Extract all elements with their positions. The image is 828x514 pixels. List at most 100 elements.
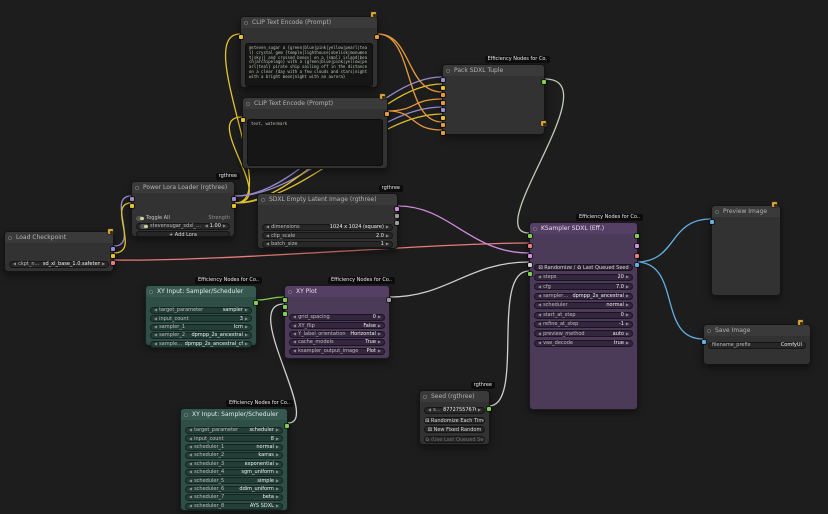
widget-ckpt_name[interactable]: ◀ckpt_namesd_xl_base_1.0.safetensors▶ [9,261,109,268]
toggle-all-switch[interactable] [136,216,144,221]
collapse-icon[interactable] [8,236,12,240]
widget-clip_scale[interactable]: ◀clip_scale2.0▶ [262,232,393,239]
increment-arrow-icon[interactable]: ▶ [378,339,381,346]
widget-sampler_2[interactable]: ◀sampler_2dpmpp_2s_ancestral▶ [150,332,252,339]
decrement-arrow-icon[interactable]: ◀ [154,324,157,331]
widget-value[interactable]: 8 [271,436,274,443]
widget-button[interactable]: ♻ (Use Last Queued Seed) [424,436,485,443]
widget-value[interactable]: Plot [366,348,375,355]
decrement-arrow-icon[interactable]: ◀ [154,307,157,314]
widget-value[interactable]: 0 [621,312,624,319]
widget-value[interactable]: auto [613,331,624,338]
input-slot-script[interactable] [528,263,532,267]
widget-button[interactable]: ⚄ New Fixed Random [424,426,485,433]
widget-value[interactable]: karras [258,452,274,459]
decrement-arrow-icon[interactable]: ◀ [538,293,541,300]
output-slot-LATENT[interactable] [635,244,639,248]
widget-value[interactable]: ddim_uniform [239,486,274,493]
increment-arrow-icon[interactable]: ▶ [386,233,389,240]
widget-value[interactable]: -1 [619,321,624,328]
input-slot-Y[interactable] [283,312,287,316]
increment-arrow-icon[interactable]: ▶ [378,348,381,355]
increment-arrow-icon[interactable]: ▶ [276,436,279,443]
lora-row[interactable]: stevensugar_sdxl_001_1000_lora_f32◀1.00▶ [136,223,230,230]
increment-arrow-icon[interactable]: ▶ [276,461,279,468]
increment-arrow-icon[interactable]: ▶ [378,323,381,330]
widget-refine_at_step[interactable]: ◀refine_at_step-1▶ [534,321,633,328]
decrement-arrow-icon[interactable]: ◀ [189,452,192,459]
widget-value[interactable]: 1 [381,241,384,248]
increment-arrow-icon[interactable]: ▶ [245,324,248,331]
node-xy-input-sampler-scheduler-top[interactable]: XY Input: Sampler/SchedulerEfficiency No… [145,285,257,346]
node-title-bar[interactable]: Pack SDXL Tuple [443,65,544,76]
output-slot-IMAGE[interactable] [635,263,639,267]
collapse-icon[interactable] [707,329,711,333]
node-title-bar[interactable]: Save Image [704,325,810,336]
increment-arrow-icon[interactable]: ▶ [626,331,629,338]
node-clip-text-encode-negative[interactable]: CLIP Text Encode (Prompt)text, watermark [242,97,388,169]
increment-arrow-icon[interactable]: ▶ [378,331,381,338]
decrement-arrow-icon[interactable]: ◀ [189,444,192,451]
widget-value[interactable]: lcm [234,324,243,331]
output-slot-conditioning[interactable] [385,112,389,116]
input-slot-refiner_model[interactable] [441,108,445,112]
widget-value[interactable]: true [614,340,624,347]
widget-scheduler_6[interactable]: ◀scheduler_6ddim_uniform▶ [185,486,283,493]
widget-seed[interactable]: ◀seed877275576762277▶ [424,407,485,414]
input-slot-refiner_clip[interactable] [441,116,445,120]
widget-value[interactable]: 7.0 [616,284,624,291]
widget-value[interactable]: 877275576762277 [443,407,476,414]
decrement-arrow-icon[interactable]: ◀ [538,331,541,338]
collapse-icon[interactable] [446,69,450,73]
decrement-arrow-icon[interactable]: ◀ [293,339,296,346]
node-title-bar[interactable]: XY Plot [285,286,389,297]
decrement-arrow-icon[interactable]: ◀ [538,321,541,328]
decrement-arrow-icon[interactable]: ◀ [189,427,192,434]
collapse-icon[interactable] [135,186,139,190]
increment-arrow-icon[interactable]: ▶ [245,307,248,314]
decrement-arrow-icon[interactable]: ◀ [13,261,16,268]
widget-input_count[interactable]: ◀input_count3▶ [150,315,252,322]
output-slot-MODEL[interactable] [111,247,115,251]
node-title-bar[interactable]: XY Input: Sampler/Scheduler [181,409,287,420]
increment-arrow-icon[interactable]: ▶ [276,486,279,493]
input-slot-model[interactable] [130,197,134,201]
output-slot-SEED[interactable] [487,407,491,411]
node-title-bar[interactable]: Seed (rgthree) [420,391,489,402]
widget-value[interactable]: dpmpp_2s_ancestral_cfg_pp [185,341,243,348]
toggle-all-row[interactable]: Toggle AllStrength [136,215,230,222]
widget-scheduler_7[interactable]: ◀scheduler_7beta▶ [185,494,283,501]
widget-value[interactable]: normal [606,302,624,309]
decrement-arrow-icon[interactable]: ◀ [189,486,192,493]
increment-arrow-icon[interactable]: ▶ [276,478,279,485]
widget-target_parameter[interactable]: ◀target_parametersampler▶ [150,307,252,314]
increment-arrow-icon[interactable]: ▶ [276,503,279,510]
widget-scheduler_5[interactable]: ◀scheduler_5simple▶ [185,477,283,484]
widget-value[interactable]: dpmpp_2s_ancestral [572,293,623,300]
widget-scheduler_8[interactable]: ◀scheduler_8AYS SDXL▶ [185,503,283,510]
increment-arrow-icon[interactable]: ▶ [626,274,629,281]
increment-arrow-icon[interactable]: ▶ [626,284,629,291]
input-slot-base_model[interactable] [441,78,445,82]
node-save-image[interactable]: Save Imagefilename_prefixComfyUI [703,324,811,365]
widget-value[interactable]: 1024 x 1024 (square) [330,224,384,231]
node-load-checkpoint[interactable]: Load Checkpoint◀ckpt_namesd_xl_base_1.0.… [4,231,114,272]
widget-sampler_1[interactable]: ◀sampler_1lcm▶ [150,324,252,331]
decrement-arrow-icon[interactable]: ◀ [189,494,192,501]
input-slot-sdxl_tuple[interactable] [528,234,532,238]
decrement-arrow-icon[interactable]: ◀ [189,478,192,485]
collapse-icon[interactable] [246,102,250,106]
decrement-arrow-icon[interactable]: ◀ [189,436,192,443]
increment-arrow-icon[interactable]: ▶ [626,293,629,300]
collapse-icon[interactable] [423,395,427,399]
widget-value[interactable]: sampler [223,307,243,314]
widget-value[interactable]: dpmpp_2s_ancestral [191,332,242,339]
decrement-arrow-icon[interactable]: ◀ [428,407,431,414]
node-title-bar[interactable]: SDXL Empty Latent Image (rgthree) [258,194,397,205]
decrement-arrow-icon[interactable]: ◀ [538,302,541,309]
widget-sampler_3[interactable]: ◀sampler_3dpmpp_2s_ancestral_cfg_pp▶ [150,341,252,348]
widget-sampler_name[interactable]: ◀sampler_namedpmpp_2s_ancestral▶ [534,293,633,300]
collapse-icon[interactable] [533,227,537,231]
increment-arrow-icon[interactable]: ▶ [276,444,279,451]
widget-button[interactable]: + Add Lora [136,231,230,237]
